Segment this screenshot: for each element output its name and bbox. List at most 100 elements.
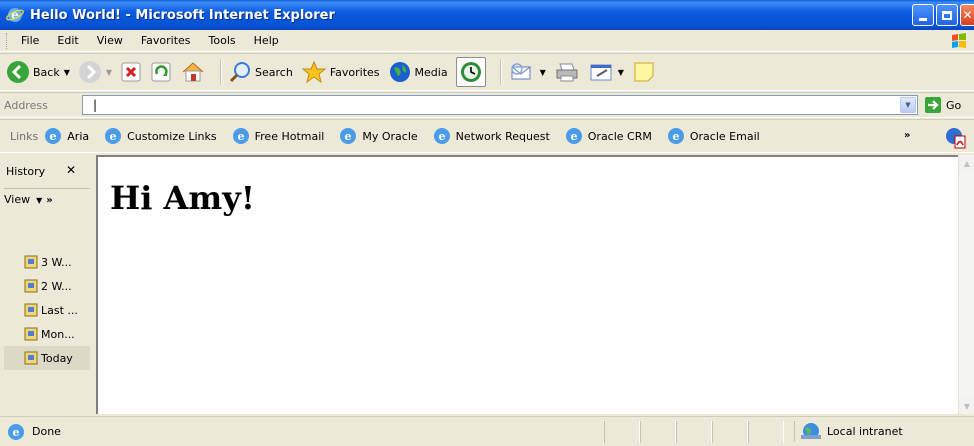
menu-edit[interactable]: Edit: [48, 34, 87, 47]
vertical-scrollbar[interactable]: ▲ ▼: [958, 155, 974, 414]
search-icon: [229, 62, 251, 83]
favorites-button[interactable]: Favorites: [301, 60, 380, 84]
go-arrow-icon: [925, 97, 941, 113]
window-title: Hello World! - Microsoft Internet Explor…: [30, 7, 335, 23]
edit-button[interactable]: ▼: [588, 60, 624, 84]
back-label: Back: [33, 65, 60, 79]
favorites-star-icon: [301, 60, 327, 84]
media-button[interactable]: Media: [388, 60, 448, 84]
svg-text:e: e: [672, 130, 679, 143]
refresh-button[interactable]: [150, 61, 172, 83]
minimize-icon: [919, 17, 927, 21]
history-item-today[interactable]: Today: [4, 346, 90, 370]
status-bar: e Done Local intranet: [0, 416, 974, 446]
ie-page-icon: e: [667, 128, 684, 144]
search-label: Search: [255, 65, 293, 79]
print-button[interactable]: [554, 60, 580, 84]
media-globe-icon: [389, 62, 410, 82]
view-dropdown-icon: ▼: [36, 196, 43, 205]
menu-tools[interactable]: Tools: [200, 34, 245, 47]
ie-logo-icon: e: [6, 8, 24, 22]
address-dropdown-button[interactable]: ▼: [900, 97, 916, 113]
ie-page-icon: e: [8, 423, 24, 440]
link-oracle-email[interactable]: e Oracle Email: [666, 126, 760, 146]
home-button[interactable]: [180, 60, 206, 84]
forward-button[interactable]: ▼: [78, 60, 112, 84]
standard-toolbar: Back ▼ ▼ Search Favorites Media ▼ ▼: [0, 53, 974, 91]
svg-text:e: e: [345, 130, 352, 143]
maximize-button[interactable]: [936, 4, 958, 26]
link-oracle-crm[interactable]: e Oracle CRM: [564, 126, 652, 146]
history-item-monday[interactable]: Mon...: [4, 322, 90, 346]
calendar-icon: [24, 255, 38, 269]
calendar-icon: [24, 327, 38, 341]
forward-arrow-icon: [78, 61, 101, 83]
mail-button[interactable]: ▼: [508, 60, 546, 84]
printer-icon: [556, 63, 578, 82]
stop-button[interactable]: [120, 61, 142, 83]
calendar-icon: [24, 351, 38, 365]
menu-file[interactable]: File: [9, 34, 48, 47]
edit-dropdown-icon[interactable]: ▼: [618, 68, 624, 77]
svg-text:e: e: [110, 130, 117, 143]
history-item-2-weeks[interactable]: 2 W...: [4, 274, 90, 298]
history-view-menu[interactable]: View ▼»: [4, 188, 90, 206]
close-button[interactable]: ✕: [960, 4, 974, 26]
links-label: Links: [10, 129, 39, 143]
back-arrow-icon: [7, 61, 29, 83]
history-item-3-weeks[interactable]: 3 W...: [4, 250, 90, 274]
title-bar: e Hello World! - Microsoft Internet Expl…: [0, 0, 974, 30]
history-clock-icon: [460, 62, 481, 82]
link-customize-links[interactable]: e Customize Links: [103, 126, 217, 146]
pdf-icon[interactable]: [944, 126, 968, 150]
history-close-icon[interactable]: ✕: [66, 163, 76, 177]
favorites-label: Favorites: [329, 65, 380, 79]
media-label: Media: [414, 65, 448, 79]
back-dropdown-icon[interactable]: ▼: [64, 68, 70, 77]
ie-page-icon: e: [340, 128, 357, 144]
history-item-last-week[interactable]: Last ...: [4, 298, 90, 322]
search-button[interactable]: Search: [228, 60, 293, 84]
page-heading: Hi Amy!: [110, 179, 255, 217]
scroll-down-icon[interactable]: ▼: [959, 398, 974, 414]
ie-page-icon: e: [565, 128, 582, 144]
link-network-request[interactable]: e Network Request: [432, 126, 550, 146]
link-aria[interactable]: e Aria: [43, 126, 89, 146]
history-more-chevron-icon[interactable]: »: [46, 195, 52, 206]
ie-page-icon: e: [232, 128, 249, 144]
back-button[interactable]: Back ▼: [6, 60, 70, 84]
address-label: Address: [4, 98, 48, 112]
status-text: Done: [32, 425, 61, 438]
minimize-button[interactable]: [912, 4, 934, 26]
address-input[interactable]: |: [82, 95, 918, 115]
forward-dropdown-icon[interactable]: ▼: [106, 68, 112, 77]
go-button[interactable]: Go: [924, 96, 961, 114]
mail-icon: [510, 63, 531, 80]
menu-view[interactable]: View: [88, 34, 132, 47]
menu-bar: File Edit View Favorites Tools Help: [0, 30, 974, 52]
zone-label: Local intranet: [827, 424, 903, 438]
close-icon: ✕: [962, 8, 973, 22]
refresh-icon: [151, 62, 171, 82]
history-title: History: [6, 165, 46, 178]
mail-dropdown-icon[interactable]: ▼: [540, 68, 546, 77]
menu-help[interactable]: Help: [245, 34, 288, 47]
go-label: Go: [946, 98, 962, 112]
intranet-globe-icon: [801, 423, 821, 439]
svg-text:e: e: [50, 130, 57, 143]
edit-page-icon: [590, 64, 612, 81]
sticky-note-icon: [634, 62, 654, 82]
scroll-up-icon[interactable]: ▲: [959, 155, 974, 171]
history-button[interactable]: [455, 57, 486, 87]
maximize-icon: [942, 10, 952, 20]
menu-favorites[interactable]: Favorites: [132, 34, 200, 47]
svg-text:e: e: [438, 130, 445, 143]
link-my-oracle[interactable]: e My Oracle: [338, 126, 418, 146]
links-overflow-chevron-icon[interactable]: »: [904, 130, 910, 141]
stop-icon: [121, 62, 141, 82]
home-icon: [182, 62, 204, 82]
link-free-hotmail[interactable]: e Free Hotmail: [231, 126, 324, 146]
windows-logo-icon: [952, 33, 966, 48]
note-button[interactable]: [632, 60, 656, 84]
history-pane: History ✕ View ▼» 3 W... 2 W... Last ... …: [0, 155, 96, 414]
